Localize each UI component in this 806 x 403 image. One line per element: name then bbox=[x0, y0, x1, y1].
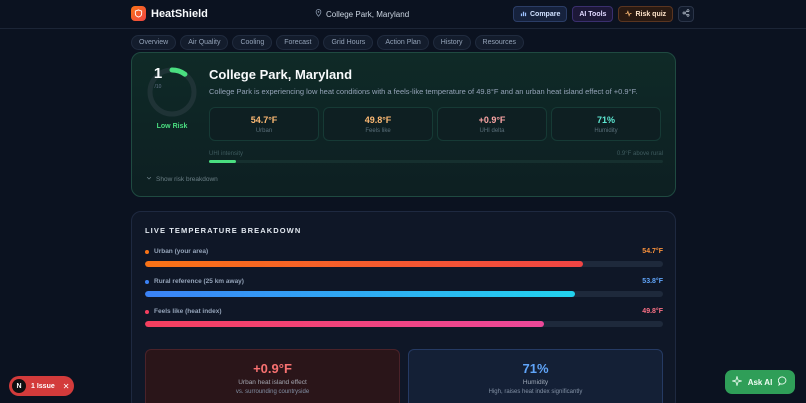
location-title: College Park, Maryland bbox=[209, 67, 353, 82]
share-button[interactable] bbox=[678, 6, 695, 22]
temp-row-value: 49.8°F bbox=[642, 308, 663, 315]
temp-bar bbox=[145, 261, 663, 267]
uhi-intensity-note: 0.9°F above rural bbox=[616, 151, 663, 157]
temp-bar-fill bbox=[145, 261, 583, 267]
card-label: Humidity bbox=[522, 379, 549, 386]
feels-like-dot-icon bbox=[145, 309, 149, 314]
temp-row-label: Urban (your area) bbox=[154, 248, 209, 255]
stat-label: UHI delta bbox=[479, 127, 505, 134]
temp-row-label: Rural reference (25 km away) bbox=[154, 278, 244, 285]
temp-row-label: Feels like (heat index) bbox=[154, 308, 222, 315]
temp-row-feels-like: Feels like (heat index) 49.8°F bbox=[145, 308, 663, 327]
uhi-intensity-label: UHI intensity bbox=[209, 151, 244, 157]
nav-tabs: Overview Air Quality Cooling Forecast Gr… bbox=[131, 35, 524, 50]
tab-cooling[interactable]: Cooling bbox=[232, 35, 273, 50]
chat-bubble-icon bbox=[778, 376, 788, 388]
tab-forecast[interactable]: Forecast bbox=[276, 35, 320, 50]
stat-label: Humidity bbox=[594, 127, 618, 134]
compare-label: Compare bbox=[530, 10, 561, 18]
temp-row-value: 54.7°F bbox=[642, 248, 663, 255]
show-risk-breakdown-toggle[interactable]: Show risk breakdown bbox=[146, 175, 218, 183]
risk-level-label: Low Risk bbox=[156, 123, 188, 130]
card-sub: High, raises heat index significantly bbox=[488, 389, 583, 395]
stat-label: Feels like bbox=[365, 127, 391, 134]
rural-dot-icon bbox=[145, 279, 149, 284]
tab-air-quality[interactable]: Air Quality bbox=[180, 35, 229, 50]
stat-value: 71% bbox=[596, 114, 615, 125]
stat-tiles: 54.7°F Urban 49.8°F Feels like +0.9°F UH… bbox=[209, 107, 661, 141]
urban-dot-icon bbox=[145, 249, 149, 254]
uhi-intensity-row: UHI intensity 0.9°F above rural bbox=[209, 151, 663, 157]
issues-badge[interactable]: N 1 Issue ✕ bbox=[9, 376, 74, 396]
uhi-intensity-bar bbox=[209, 160, 663, 163]
pulse-icon bbox=[625, 9, 632, 19]
risk-quiz-button[interactable]: Risk quiz bbox=[618, 6, 674, 22]
brand-name: HeatShield bbox=[151, 7, 208, 20]
risk-summary-card: 1 /10 Low Risk College Park, Maryland Co… bbox=[131, 52, 676, 197]
shield-icon bbox=[131, 6, 146, 21]
location-display[interactable]: College Park, Maryland bbox=[315, 9, 409, 19]
section-title: LIVE TEMPERATURE BREAKDOWN bbox=[145, 226, 302, 235]
uhi-intensity-fill bbox=[209, 160, 237, 163]
stat-urban: 54.7°F Urban bbox=[209, 107, 319, 141]
risk-max: /10 bbox=[154, 84, 162, 90]
close-icon[interactable]: ✕ bbox=[63, 382, 70, 391]
tab-overview[interactable]: Overview bbox=[131, 35, 177, 50]
bar-chart-icon bbox=[520, 10, 527, 19]
stat-feels-like: 49.8°F Feels like bbox=[323, 107, 433, 141]
ai-tools-label: AI Tools bbox=[579, 10, 607, 18]
temp-bar-fill bbox=[145, 321, 544, 327]
tab-history[interactable]: History bbox=[432, 35, 471, 50]
compare-button[interactable]: Compare bbox=[513, 6, 568, 22]
header-actions: Compare AI Tools Risk quiz bbox=[513, 6, 695, 22]
stat-humidity: 71% Humidity bbox=[551, 107, 661, 141]
temp-row-rural: Rural reference (25 km away) 53.8°F bbox=[145, 278, 663, 297]
ask-ai-label: Ask AI bbox=[747, 377, 773, 387]
location-label: College Park, Maryland bbox=[326, 9, 410, 19]
stat-value: +0.9°F bbox=[478, 114, 506, 125]
tab-resources[interactable]: Resources bbox=[474, 35, 524, 50]
stat-uhi-delta: +0.9°F UHI delta bbox=[437, 107, 547, 141]
top-bar: HeatShield College Park, Maryland Compar… bbox=[0, 0, 806, 29]
brand[interactable]: HeatShield bbox=[131, 6, 208, 21]
risk-score: 1 bbox=[153, 65, 163, 82]
card-label: Urban heat island effect bbox=[238, 379, 307, 386]
show-risk-breakdown-label: Show risk breakdown bbox=[156, 175, 218, 183]
ask-ai-button[interactable]: Ask AI bbox=[725, 370, 795, 394]
temp-bar bbox=[145, 321, 663, 327]
temp-row-urban: Urban (your area) 54.7°F bbox=[145, 248, 663, 267]
issue-count-label: 1 Issue bbox=[31, 382, 55, 390]
share-icon bbox=[682, 9, 690, 19]
map-pin-icon bbox=[315, 9, 322, 19]
tab-action-plan[interactable]: Action Plan bbox=[377, 35, 429, 50]
issue-avatar: N bbox=[12, 379, 26, 393]
ai-tools-button[interactable]: AI Tools bbox=[572, 6, 614, 22]
sparkle-icon bbox=[730, 375, 743, 388]
conditions-description: College Park is experiencing low heat co… bbox=[209, 87, 638, 96]
humidity-card: 71% Humidity High, raises heat index sig… bbox=[408, 349, 663, 403]
card-value: +0.9°F bbox=[253, 361, 292, 376]
tab-grid-hours[interactable]: Grid Hours bbox=[323, 35, 374, 50]
card-sub: vs. surrounding countryside bbox=[235, 389, 310, 395]
temp-bar bbox=[145, 291, 663, 297]
temp-row-value: 53.8°F bbox=[642, 278, 663, 285]
stat-label: Urban bbox=[255, 127, 273, 134]
risk-quiz-label: Risk quiz bbox=[635, 10, 667, 18]
stat-value: 54.7°F bbox=[250, 114, 278, 125]
uhi-effect-card: +0.9°F Urban heat island effect vs. surr… bbox=[145, 349, 400, 403]
chevron-down-icon bbox=[146, 175, 152, 183]
temp-bar-fill bbox=[145, 291, 575, 297]
card-value: 71% bbox=[522, 361, 549, 376]
stat-value: 49.8°F bbox=[364, 114, 392, 125]
live-temperature-card: LIVE TEMPERATURE BREAKDOWN Urban (your a… bbox=[131, 211, 676, 403]
